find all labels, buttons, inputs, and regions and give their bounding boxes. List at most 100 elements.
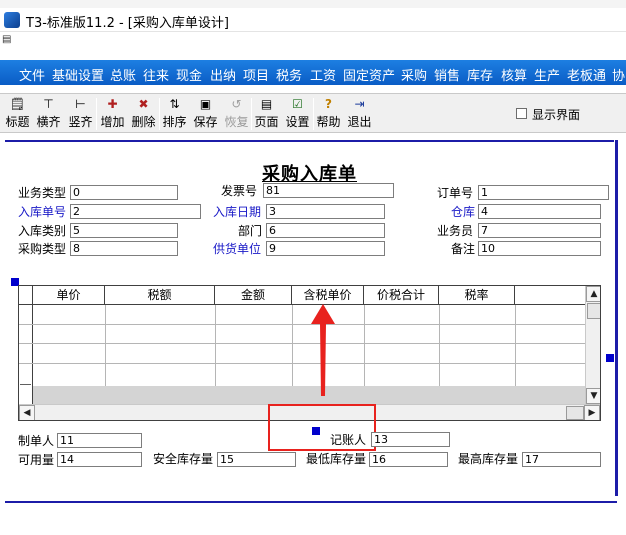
row-marker (20, 384, 31, 385)
menu-file[interactable]: 文件 (19, 65, 45, 84)
receipt-date-field[interactable]: 3 (266, 204, 385, 219)
page-button[interactable]: ▤ 页面 (252, 96, 281, 131)
department-label: 部门 (238, 224, 263, 238)
business-type-field[interactable]: 0 (70, 185, 178, 200)
column-header-unit-price[interactable]: 单价 (33, 286, 105, 305)
column-header-total[interactable]: 价税合计 (364, 286, 439, 305)
invoice-no-field[interactable]: 81 (263, 183, 394, 198)
help-icon: ? (325, 97, 332, 111)
title-button[interactable]: 🗒 标题 (3, 96, 32, 131)
order-no-field[interactable]: 1 (478, 185, 609, 200)
window-title: T3-标准版11.2 - [采购入库单设计] (26, 16, 229, 31)
department-field[interactable]: 6 (266, 223, 385, 238)
grid-row-line (19, 324, 585, 325)
bookkeeper-field[interactable]: 13 (371, 432, 450, 447)
menu-costing[interactable]: 核算 (501, 65, 527, 84)
save-button-label: 保存 (193, 115, 218, 129)
menu-general-ledger[interactable]: 总账 (110, 65, 136, 84)
menu-basic-settings[interactable]: 基础设置 (52, 65, 104, 84)
horizontal-scroll-thumb[interactable] (566, 406, 584, 420)
align-vertical-button[interactable]: ⊢ 竖齐 (66, 96, 95, 131)
title-button-label: 标题 (5, 115, 30, 129)
menu-receivables[interactable]: 往来 (143, 65, 169, 84)
menu-purchase[interactable]: 采购 (401, 65, 427, 84)
menu-fixed-assets[interactable]: 固定资产 (343, 65, 395, 84)
settings-button-label: 设置 (285, 115, 310, 129)
settings-button[interactable]: ☑ 设置 (283, 96, 312, 131)
menu-bar: 文件 基础设置 总账 往来 现金 出纳 项目 税务 工资 固定资产 采购 销售 … (0, 60, 626, 85)
business-type-label: 业务类型 (18, 186, 67, 200)
scroll-right-arrow-icon[interactable]: ▶ (584, 405, 600, 420)
purchase-type-field[interactable]: 8 (70, 241, 178, 256)
title-icon: 🗒 (9, 97, 26, 111)
menu-production[interactable]: 生产 (534, 65, 560, 84)
remark-field[interactable]: 10 (478, 241, 601, 256)
help-button-label: 帮助 (316, 115, 341, 129)
menu-cash[interactable]: 现金 (176, 65, 202, 84)
scroll-up-arrow-icon[interactable]: ▲ (586, 286, 600, 302)
grid-column-line (364, 305, 365, 391)
delete-button[interactable]: ✖ 删除 (129, 96, 158, 131)
app-icon (4, 12, 20, 28)
max-stock-field[interactable]: 17 (522, 452, 601, 467)
safety-stock-field[interactable]: 15 (217, 452, 296, 467)
column-header-tax[interactable]: 税额 (105, 286, 215, 305)
restore-icon: ↺ (231, 97, 242, 111)
exit-button[interactable]: ⇥ 退出 (345, 96, 374, 131)
vertical-scrollbar[interactable]: ▲ ▼ (585, 286, 600, 404)
menu-project[interactable]: 项目 (243, 65, 269, 84)
exit-button-label: 退出 (347, 115, 372, 129)
grid-header: 单价 税额 金额 含税单价 价税合计 税率 (19, 286, 585, 305)
delete-button-label: 删除 (131, 115, 156, 129)
grid-row-line (19, 343, 585, 344)
column-header-amount[interactable]: 金额 (215, 286, 292, 305)
sort-button-label: 排序 (162, 115, 187, 129)
supplier-label: 供货单位 (213, 242, 262, 256)
warehouse-field[interactable]: 4 (478, 204, 601, 219)
system-menu-icon[interactable]: ▤ (2, 34, 11, 45)
menu-tax[interactable]: 税务 (276, 65, 302, 84)
checkbox-box[interactable] (516, 108, 527, 119)
add-button[interactable]: ✚ 增加 (98, 96, 127, 131)
align-horizontal-button[interactable]: ⊤ 横齐 (34, 96, 63, 131)
menu-payroll[interactable]: 工资 (310, 65, 336, 84)
scroll-down-arrow-icon[interactable]: ▼ (586, 388, 600, 404)
top-border-line (5, 140, 614, 142)
grid-column-line (215, 305, 216, 391)
settings-icon: ☑ (292, 97, 303, 111)
selection-handle[interactable] (606, 354, 614, 362)
grid-column-line (439, 305, 440, 391)
receipt-category-field[interactable]: 5 (70, 223, 178, 238)
min-stock-field[interactable]: 16 (369, 452, 448, 467)
column-header-tax-rate[interactable]: 税率 (439, 286, 515, 305)
menu-sales[interactable]: 销售 (434, 65, 460, 84)
min-stock-label: 最低库存量 (306, 452, 367, 466)
purchase-type-label: 采购类型 (18, 242, 67, 256)
creator-field[interactable]: 11 (57, 433, 142, 448)
scroll-left-arrow-icon[interactable]: ◀ (19, 405, 35, 420)
sort-button[interactable]: ⇅ 排序 (160, 96, 189, 131)
restore-button-label: 恢复 (224, 115, 249, 129)
warehouse-label: 仓库 (451, 205, 476, 219)
menu-collaboration[interactable]: 协 (612, 65, 625, 84)
title-bar: T3-标准版11.2 - [采购入库单设计] (0, 8, 626, 32)
menu-boss[interactable]: 老板通 (567, 65, 606, 84)
salesperson-label: 业务员 (437, 224, 474, 238)
bottom-border-line (5, 501, 617, 503)
save-icon: ▣ (199, 97, 212, 111)
available-qty-field[interactable]: 14 (57, 452, 142, 467)
right-border-line (615, 140, 618, 496)
supplier-field[interactable]: 9 (266, 241, 385, 256)
add-icon: ✚ (107, 97, 118, 111)
vertical-scroll-thumb[interactable] (587, 303, 600, 319)
menu-cashier[interactable]: 出纳 (210, 65, 236, 84)
help-button[interactable]: ? 帮助 (314, 96, 343, 131)
selection-handle[interactable] (312, 427, 320, 435)
restore-button[interactable]: ↺ 恢复 (222, 96, 251, 131)
menu-inventory[interactable]: 库存 (467, 65, 493, 84)
save-button[interactable]: ▣ 保存 (191, 96, 220, 131)
max-stock-label: 最高库存量 (458, 452, 519, 466)
salesperson-field[interactable]: 7 (478, 223, 601, 238)
receipt-no-field[interactable]: 2 (70, 204, 201, 219)
grid-row-line (19, 363, 585, 364)
